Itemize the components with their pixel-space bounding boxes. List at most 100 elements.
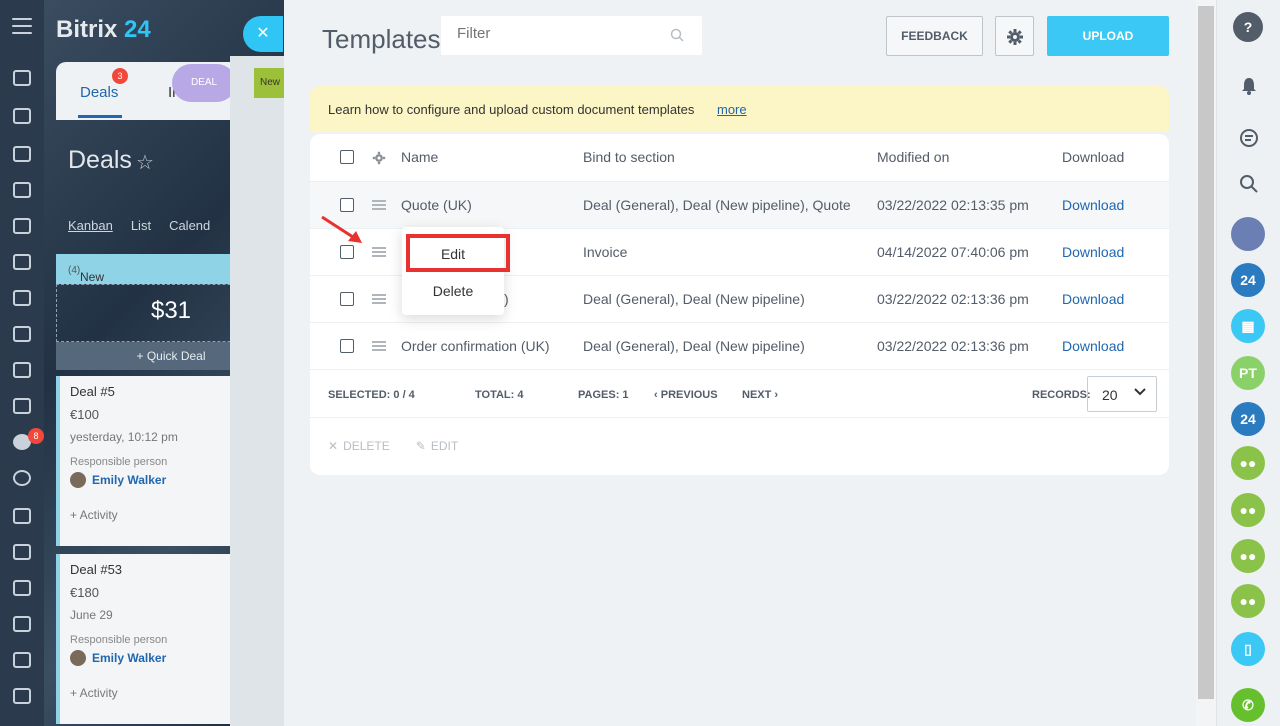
building-icon[interactable] [13,688,31,704]
group-chat-icon[interactable]: ●● [1231,446,1265,480]
settings-sliders-icon[interactable] [13,652,31,668]
new-pill[interactable]: New [254,68,284,98]
row-menu-icon[interactable] [372,247,386,257]
upload-button[interactable]: UPLOAD [1047,16,1169,56]
template-modified: 03/22/2022 02:13:36 pm [877,338,1029,354]
view-calendar[interactable]: Calend [169,218,210,233]
more-link[interactable]: more [717,102,747,117]
avatar[interactable] [1231,217,1265,251]
phone-icon[interactable]: ✆ [1231,688,1265,722]
column-label: New [80,270,105,284]
filter-input[interactable] [457,25,657,42]
pencil-icon: ✎ [415,439,426,453]
box-icon[interactable] [13,580,31,596]
responsible-person[interactable]: Emily Walker [92,473,166,487]
gear-icon[interactable] [372,151,386,165]
bell-icon[interactable] [1239,76,1259,96]
column-header-bind[interactable]: Bind to section [583,149,675,165]
chat-bubble-icon[interactable] [1239,128,1259,148]
view-kanban[interactable]: Kanban [68,218,113,233]
settings-button[interactable] [995,16,1034,56]
feedback-button[interactable]: FEEDBACK [886,16,983,56]
records-label: RECORDS: [1032,389,1091,401]
target-icon[interactable] [13,470,31,486]
row-menu-icon[interactable] [372,294,386,304]
bitrix24-chat[interactable]: 24 [1231,263,1265,297]
row-checkbox[interactable] [340,198,354,212]
table-row[interactable]: Quote (UK) Deal (General), Deal (New pip… [310,182,1169,229]
column-header-download[interactable]: Download [1062,149,1124,165]
delete-action[interactable]: ✕ DELETE [328,439,390,453]
column-header-modified[interactable]: Modified on [877,149,949,165]
search-icon[interactable] [1239,174,1259,194]
edit-action[interactable]: ✎ EDIT [416,439,458,453]
help-icon[interactable]: ? [1233,12,1263,42]
robot-icon[interactable] [13,254,31,270]
search-icon[interactable] [670,28,684,42]
group-icon[interactable] [13,326,31,342]
records-select[interactable]: 20 [1087,376,1157,412]
scrollbar[interactable] [1196,0,1216,726]
template-bind: Deal (General), Deal (New pipeline) [583,338,805,354]
deal-detail-peek: New [230,56,284,726]
drive-icon[interactable] [13,290,31,306]
download-link[interactable]: Download [1062,244,1124,260]
row-menu-icon[interactable] [372,200,386,210]
avatar [70,650,86,666]
menu-item-delete[interactable]: Delete [402,283,504,299]
column-header-name[interactable]: Name [401,149,438,165]
row-checkbox[interactable] [340,339,354,353]
menu-icon[interactable] [12,18,32,34]
sales-funnel-icon[interactable] [13,70,31,86]
close-slider-button[interactable]: ✕ [243,16,283,52]
star-icon[interactable]: ☆ [136,150,154,175]
template-name: Quote (UK) [401,197,472,213]
template-bind: Deal (General), Deal (New pipeline), Quo… [583,197,851,213]
tasks-icon[interactable] [13,398,31,414]
chevron-right-icon: › [771,389,779,401]
feed-icon[interactable] [13,108,31,124]
filter-box[interactable] [441,16,702,55]
highlight-box [406,234,510,272]
chat-icon[interactable] [13,146,31,162]
download-link[interactable]: Download [1062,291,1124,307]
scrollbar-thumb[interactable] [1198,6,1214,699]
logo[interactable]: Bitrix 24 [56,16,151,44]
user-pt[interactable]: PT [1231,356,1265,390]
chevron-down-icon [1134,388,1146,396]
row-checkbox[interactable] [340,292,354,306]
slides-icon[interactable] [13,616,31,632]
column-count: (4) [68,265,81,276]
tab-deals[interactable]: Deals [80,84,118,101]
right-sidebar: ? 24 ▦ PT 24 ●● ●● ●● ●● ▯ ✆ [1216,0,1280,726]
cart-icon[interactable] [13,508,31,524]
page-title: Templates [322,24,441,54]
contact-card-icon[interactable] [13,544,31,560]
deal-pill[interactable]: DEAL [172,64,236,102]
table-row[interactable]: Order confirmation (UK) Deal (General), … [310,323,1169,370]
previous-button[interactable]: ‹ PREVIOUS [654,389,718,401]
mail-icon[interactable] [13,362,31,378]
records-value: 20 [1102,387,1118,403]
tab-underline [78,115,122,118]
download-link[interactable]: Download [1062,338,1124,354]
close-icon: ✕ [328,439,339,453]
total-count: TOTAL: 4 [475,389,524,401]
group-chat-icon[interactable]: ●● [1231,493,1265,527]
group-chat-icon[interactable]: ●● [1231,584,1265,618]
documents-icon[interactable] [13,218,31,234]
next-button[interactable]: NEXT › [742,389,778,401]
selected-count: SELECTED: 0 / 4 [328,389,415,401]
calendar-icon[interactable] [13,182,31,198]
download-link[interactable]: Download [1062,197,1124,213]
select-all-checkbox[interactable] [340,150,354,164]
responsible-person[interactable]: Emily Walker [92,651,166,665]
notice-text: Learn how to configure and upload custom… [328,102,695,117]
mobile-app-icon[interactable]: ▯ [1231,632,1265,666]
group-chat-icon[interactable]: ●● [1231,539,1265,573]
bitrix24-chat[interactable]: 24 [1231,402,1265,436]
row-menu-icon[interactable] [372,341,386,351]
calendar-icon[interactable]: ▦ [1231,309,1265,343]
view-list[interactable]: List [131,218,151,233]
crm-badge: 8 [28,428,44,444]
